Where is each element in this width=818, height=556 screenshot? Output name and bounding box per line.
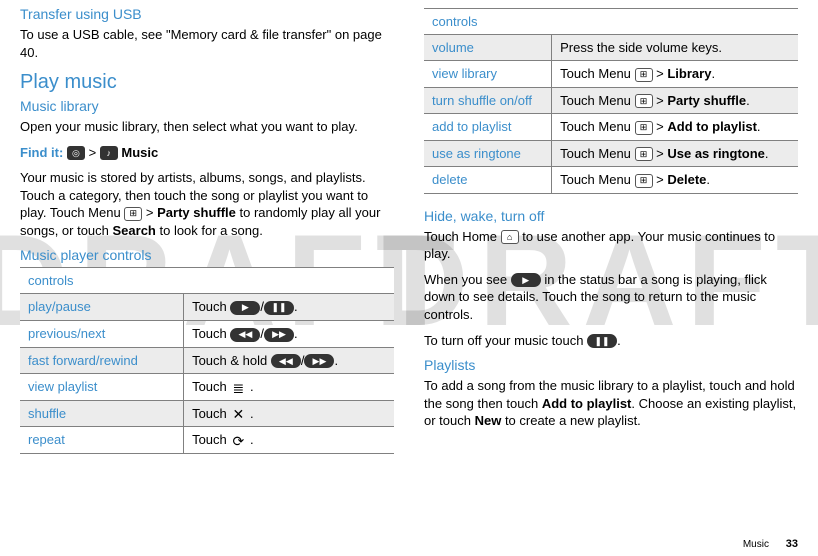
- row-value: Touch ≣ .: [184, 374, 394, 401]
- text: >: [142, 205, 157, 220]
- find-it-line: Find it: ◎ > ♪ Music: [20, 144, 394, 162]
- play-status-icon: ▶: [511, 273, 541, 287]
- row-label: turn shuffle on/off: [424, 87, 552, 114]
- heading-player-controls: Music player controls: [20, 247, 394, 263]
- row-value: Touch Menu ⊞ > Add to playlist.: [552, 114, 798, 141]
- play-icon: ▶: [230, 301, 260, 315]
- table-row: repeat Touch ⟳ .: [20, 427, 394, 454]
- row-value: Touch ▶/❚❚.: [184, 294, 394, 321]
- pause-icon: ❚❚: [264, 301, 294, 315]
- row-label: play/pause: [20, 294, 184, 321]
- footer-section: Music: [743, 539, 769, 550]
- menu-icon: ⊞: [635, 174, 653, 188]
- table-row: view library Touch Menu ⊞ > Library.: [424, 61, 798, 88]
- text-library: Open your music library, then select wha…: [20, 118, 394, 136]
- text-transfer: To use a USB cable, see "Memory card & f…: [20, 26, 394, 61]
- playlist-icon: ≣: [230, 381, 246, 395]
- row-value: Touch Menu ⊞ > Library.: [552, 61, 798, 88]
- page-footer: Music 33: [743, 538, 798, 550]
- text-hide-2: When you see ▶ in the status bar a song …: [424, 271, 798, 324]
- pause-icon: ❚❚: [587, 334, 617, 348]
- row-label: view library: [424, 61, 552, 88]
- table-row: view playlist Touch ≣ .: [20, 374, 394, 401]
- menu-icon: ⊞: [635, 147, 653, 161]
- bold: Search: [113, 223, 156, 238]
- row-value: Touch Menu ⊞ > Use as ringtone.: [552, 140, 798, 167]
- table-row: shuffle Touch ✕ .: [20, 400, 394, 427]
- row-value: Touch ⟳ .: [184, 427, 394, 454]
- table-row: use as ringtone Touch Menu ⊞ > Use as ri…: [424, 140, 798, 167]
- text-playlists: To add a song from the music library to …: [424, 377, 798, 430]
- text-hide-3: To turn off your music touch ❚❚.: [424, 332, 798, 350]
- launcher-icon: ◎: [67, 146, 85, 160]
- table-row: previous/next Touch ◀◀/▶▶.: [20, 320, 394, 347]
- forward-icon: ▶▶: [304, 354, 334, 368]
- row-value: Touch Menu ⊞ > Party shuffle.: [552, 87, 798, 114]
- row-label: shuffle: [20, 400, 184, 427]
- previous-icon: ◀◀: [230, 328, 260, 342]
- bold: Party shuffle: [157, 205, 236, 220]
- table-row: turn shuffle on/off Touch Menu ⊞ > Party…: [424, 87, 798, 114]
- shuffle-icon: ✕: [230, 407, 246, 421]
- table-row: delete Touch Menu ⊞ > Delete.: [424, 167, 798, 194]
- menu-icon: ⊞: [635, 94, 653, 108]
- table-header: controls: [20, 268, 394, 294]
- text: to look for a song.: [156, 223, 263, 238]
- row-label: use as ringtone: [424, 140, 552, 167]
- footer-page: 33: [786, 538, 798, 550]
- controls-table-1: controls play/pause Touch ▶/❚❚. previous…: [20, 267, 394, 453]
- controls-table-2: controls volume Press the side volume ke…: [424, 8, 798, 194]
- row-label: previous/next: [20, 320, 184, 347]
- row-value: Touch Menu ⊞ > Delete.: [552, 167, 798, 194]
- left-column: Transfer using USB To use a USB cable, s…: [20, 4, 394, 454]
- table-row: volume Press the side volume keys.: [424, 35, 798, 61]
- rewind-icon: ◀◀: [271, 354, 301, 368]
- text-hide-1: Touch Home ⌂ to use another app. Your mu…: [424, 228, 798, 263]
- right-column: controls volume Press the side volume ke…: [424, 4, 798, 454]
- table-row: play/pause Touch ▶/❚❚.: [20, 294, 394, 321]
- table-row: add to playlist Touch Menu ⊞ > Add to pl…: [424, 114, 798, 141]
- row-label: view playlist: [20, 374, 184, 401]
- menu-icon: ⊞: [124, 207, 142, 221]
- heading-hide-wake: Hide, wake, turn off: [424, 208, 798, 224]
- text-stored: Your music is stored by artists, albums,…: [20, 169, 394, 239]
- repeat-icon: ⟳: [230, 434, 246, 448]
- heading-play-music: Play music: [20, 71, 394, 94]
- heading-playlists: Playlists: [424, 357, 798, 373]
- row-value: Press the side volume keys.: [552, 35, 798, 61]
- table-row: fast forward/rewind Touch & hold ◀◀/▶▶.: [20, 347, 394, 374]
- row-value: Touch ✕ .: [184, 400, 394, 427]
- row-label: repeat: [20, 427, 184, 454]
- menu-icon: ⊞: [635, 68, 653, 82]
- menu-icon: ⊞: [635, 121, 653, 135]
- heading-transfer: Transfer using USB: [20, 6, 394, 22]
- find-it-music: Music: [121, 145, 158, 160]
- home-icon: ⌂: [501, 230, 519, 244]
- row-label: delete: [424, 167, 552, 194]
- find-it-gt: >: [85, 145, 100, 160]
- row-value: Touch & hold ◀◀/▶▶.: [184, 347, 394, 374]
- next-icon: ▶▶: [264, 328, 294, 342]
- row-value: Touch ◀◀/▶▶.: [184, 320, 394, 347]
- music-app-icon: ♪: [100, 146, 118, 160]
- row-label: add to playlist: [424, 114, 552, 141]
- heading-music-library: Music library: [20, 98, 394, 114]
- row-label: volume: [424, 35, 552, 61]
- row-label: fast forward/rewind: [20, 347, 184, 374]
- table-header: controls: [424, 9, 798, 35]
- find-it-label: Find it:: [20, 145, 63, 160]
